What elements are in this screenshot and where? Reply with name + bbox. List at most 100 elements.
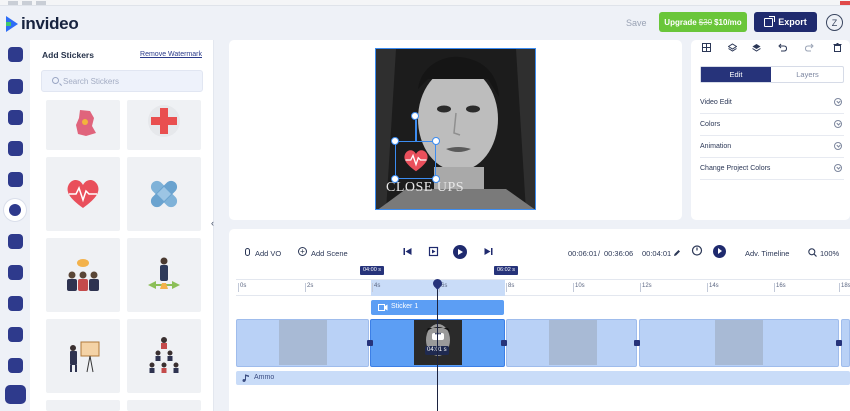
preview-scene-icon[interactable]: [428, 246, 439, 257]
sticker-tile[interactable]: [46, 400, 120, 411]
section-video-edit[interactable]: Video Edit: [700, 92, 844, 114]
skip-back-icon[interactable]: [403, 247, 412, 256]
stickers-panel: Add Stickers Remove Watermark: [30, 40, 214, 411]
brand-icon[interactable]: [8, 296, 23, 311]
remove-watermark-link[interactable]: Remove Watermark: [140, 51, 202, 58]
clip-trim-handle[interactable]: [836, 340, 842, 346]
resize-handle[interactable]: [391, 137, 399, 145]
scene-clip[interactable]: [236, 319, 369, 367]
like-icon[interactable]: [8, 358, 23, 373]
collapse-panel-icon[interactable]: ‹: [211, 218, 214, 228]
shape-icon[interactable]: [8, 265, 23, 280]
presentation-icon: [70, 341, 100, 373]
upload-icon[interactable]: [8, 172, 23, 187]
clip-trim-handle[interactable]: [367, 340, 373, 346]
tab-layers[interactable]: Layers: [771, 67, 844, 82]
video-icon[interactable]: [8, 47, 23, 62]
audio-track-label: Ammo: [254, 374, 275, 381]
pencil-icon[interactable]: [673, 249, 681, 257]
add-scene-button[interactable]: Add Scene: [311, 249, 348, 258]
undo-icon[interactable]: [778, 43, 787, 52]
play-icon[interactable]: [8, 234, 23, 249]
range-end-marker[interactable]: 06:02 s: [494, 266, 519, 275]
resize-handle[interactable]: [391, 175, 399, 183]
chat-icon[interactable]: [5, 385, 26, 404]
browser-tab-icon: [36, 1, 46, 5]
ruler-tick: 8s: [505, 283, 515, 292]
delete-icon[interactable]: [833, 43, 842, 52]
layer-down-icon[interactable]: [728, 43, 737, 52]
section-label: Colors: [700, 121, 721, 128]
scene-duration[interactable]: 00:04:01: [642, 249, 671, 258]
video-clip-icon: [378, 304, 388, 311]
heart-sticker-icon: [404, 150, 428, 172]
export-icon: [764, 15, 776, 27]
skip-forward-icon[interactable]: [484, 247, 493, 256]
browser-tab-icon: [840, 1, 850, 5]
sticker-tile-bandage[interactable]: [127, 157, 201, 231]
chevron-down-icon: [834, 120, 842, 128]
play-button[interactable]: [453, 245, 467, 259]
sticker-tile-presentation[interactable]: [46, 319, 120, 393]
time-separator: /: [598, 249, 601, 258]
upgrade-button[interactable]: Upgrade $30 $10/mo: [659, 12, 747, 32]
timer-icon[interactable]: [691, 244, 703, 256]
scene-clip[interactable]: [639, 319, 839, 367]
medical-cross-icon: [148, 105, 180, 137]
zoom-icon[interactable]: [808, 248, 817, 257]
logo[interactable]: invideo: [6, 14, 79, 34]
text-icon[interactable]: [8, 79, 23, 94]
layer-up-icon[interactable]: [752, 43, 761, 52]
sticker-icon[interactable]: [4, 199, 26, 221]
add-scene-icon: +: [298, 247, 307, 256]
browser-tab-icon: [22, 1, 32, 5]
clip-trim-handle[interactable]: [501, 340, 507, 346]
sticker-tile-team-chat[interactable]: [46, 238, 120, 312]
tool-rail: [0, 40, 30, 411]
scene-clip[interactable]: [841, 319, 850, 367]
add-vo-button[interactable]: Add VO: [255, 249, 281, 258]
bandage-icon: [150, 180, 178, 208]
sticker-search[interactable]: [41, 70, 203, 92]
ruler-tick: 0s: [237, 283, 247, 292]
resize-handle[interactable]: [432, 175, 440, 183]
time-ruler[interactable]: 0s 2s 4s 6s 8s 10s 12s 14s 16s 18s: [236, 279, 850, 296]
image-icon[interactable]: [8, 141, 23, 156]
sticker-selection[interactable]: [395, 141, 436, 179]
team-chat-icon: [67, 259, 99, 291]
rotate-handle[interactable]: [411, 112, 419, 120]
redo-icon[interactable]: [805, 43, 814, 52]
playhead[interactable]: [437, 282, 439, 411]
tab-edit[interactable]: Edit: [701, 67, 771, 82]
sticker-tile[interactable]: [127, 400, 201, 411]
clip-trim-handle[interactable]: [634, 340, 640, 346]
grid-icon[interactable]: [702, 43, 711, 52]
audio-track[interactable]: Ammo: [236, 371, 850, 385]
play-all-button[interactable]: [713, 245, 726, 258]
sticker-tile-heart[interactable]: [46, 157, 120, 231]
music-icon[interactable]: [8, 110, 23, 125]
avatar[interactable]: Z: [826, 14, 843, 31]
section-change-project-colors[interactable]: Change Project Colors: [700, 158, 844, 180]
search-input[interactable]: [63, 75, 193, 88]
total-time: 00:36:06: [604, 249, 634, 258]
scene-clip[interactable]: [506, 319, 637, 367]
caption-text[interactable]: CLOSE UPS: [386, 180, 464, 196]
sticker-tile-medical-cross[interactable]: [127, 100, 201, 150]
range-start-marker[interactable]: 04:00 s: [360, 266, 385, 275]
zoom-level[interactable]: 100%: [820, 249, 839, 258]
sticker-tile-hierarchy[interactable]: [127, 319, 201, 393]
germany-map-icon: [76, 110, 96, 136]
export-button[interactable]: Export: [754, 12, 817, 32]
sticker-tile-germany-map[interactable]: [46, 100, 120, 150]
save-button[interactable]: Save: [626, 18, 647, 28]
resize-handle[interactable]: [432, 137, 440, 145]
section-colors[interactable]: Colors: [700, 114, 844, 136]
logo-icon: [6, 16, 18, 32]
layout-icon[interactable]: [8, 327, 23, 342]
ruler-tick: 4s: [371, 283, 381, 292]
sticker-tile-businessman-arrows[interactable]: [127, 238, 201, 312]
section-animation[interactable]: Animation: [700, 136, 844, 158]
adv-timeline-toggle[interactable]: Adv. Timeline: [745, 249, 789, 258]
microphone-icon: [245, 248, 250, 256]
